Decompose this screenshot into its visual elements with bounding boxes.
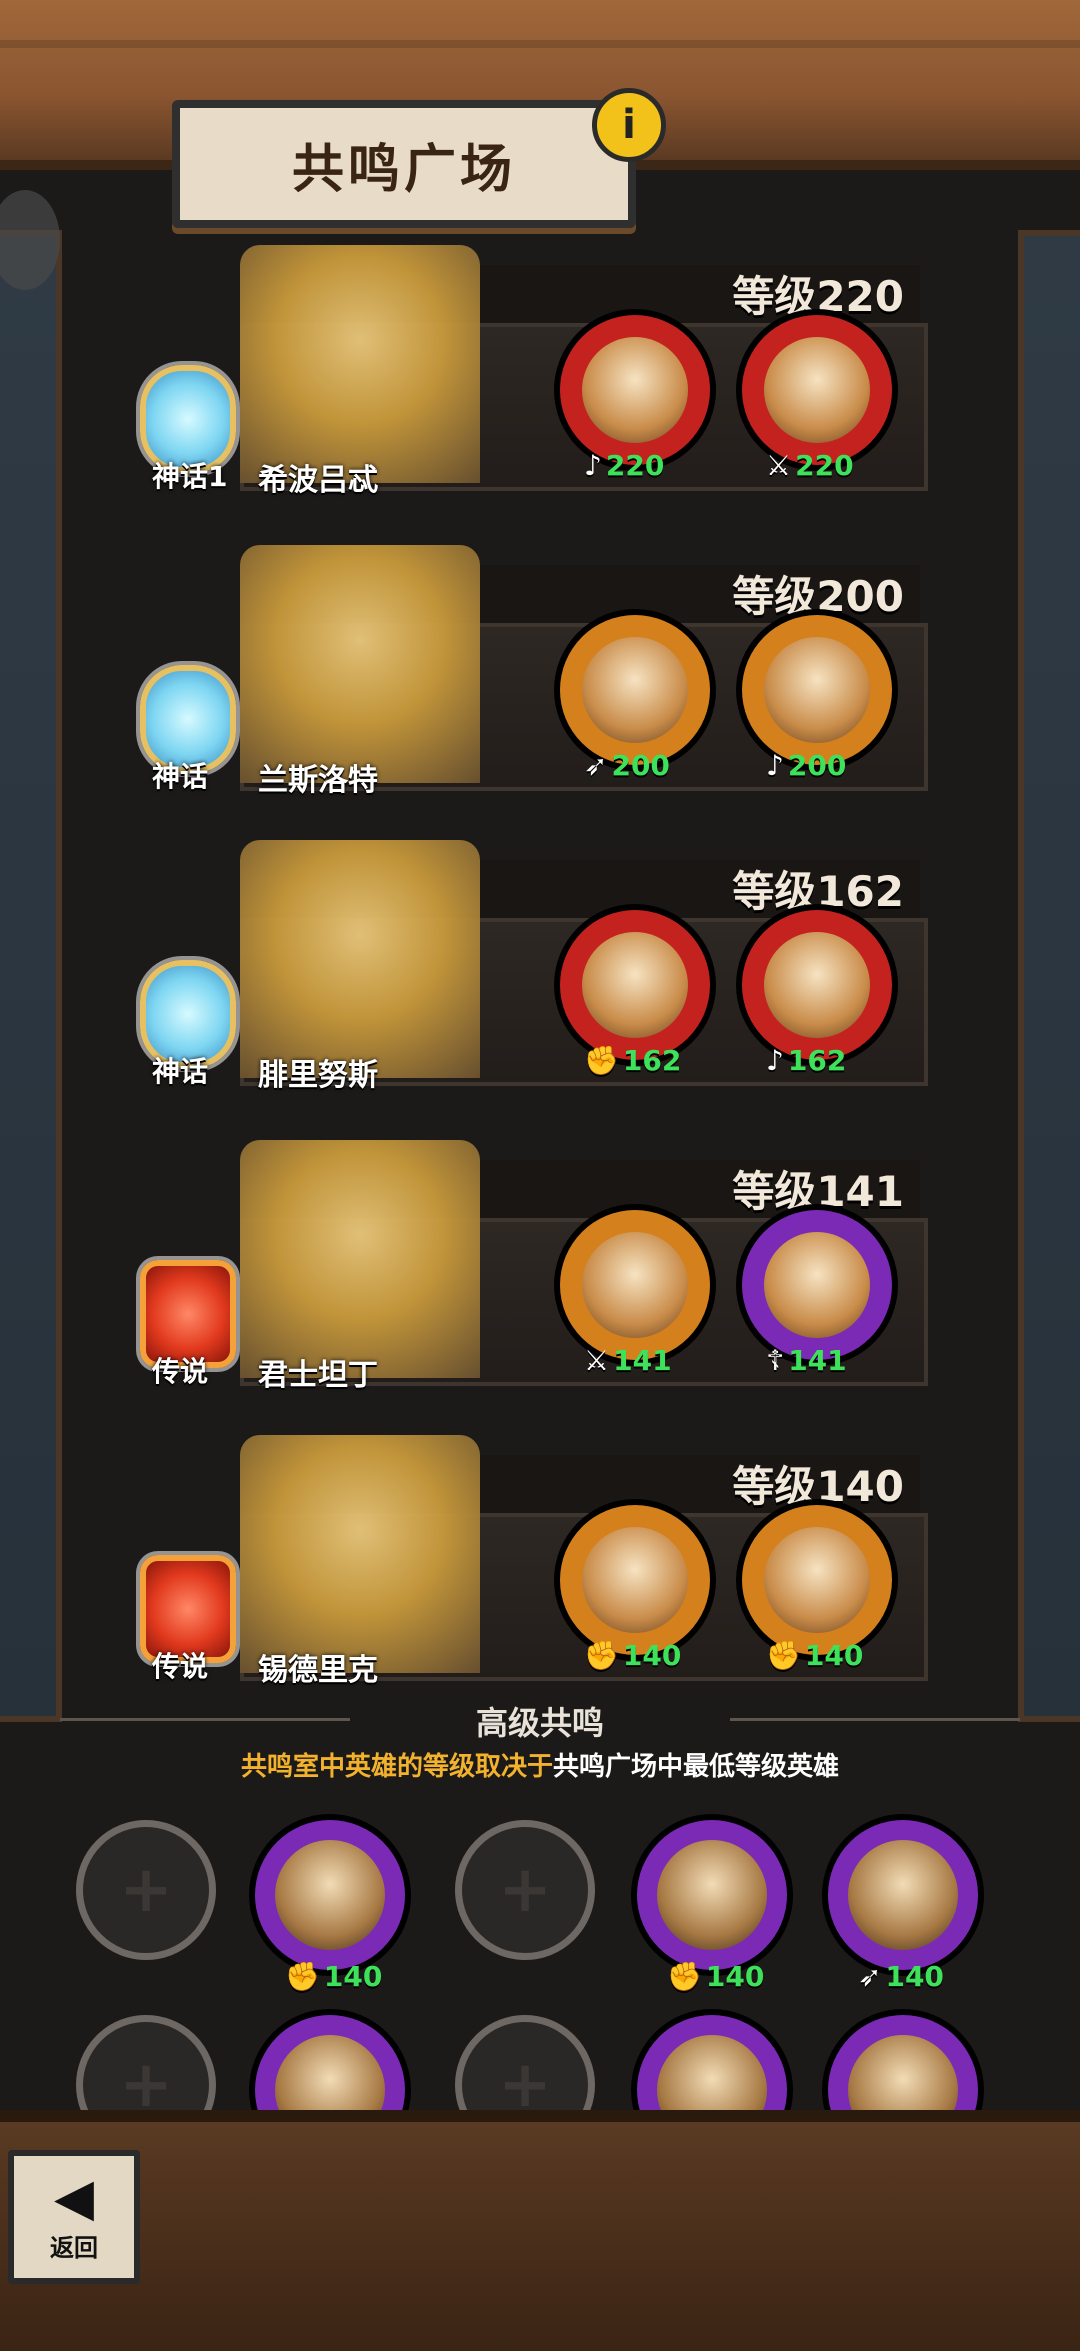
hero-portrait[interactable]: [240, 1140, 480, 1378]
hero-portrait[interactable]: [240, 1435, 480, 1673]
companion-hero[interactable]: ⚔ 220: [742, 315, 892, 482]
companion-hero[interactable]: ➶ 200: [560, 615, 710, 782]
class-icon: ✊: [667, 1960, 702, 1993]
companion-level: ♪ 200: [766, 749, 847, 782]
hero-rank: 神话: [152, 1055, 209, 1088]
lyre-icon: ♪: [766, 1044, 784, 1077]
companion-level: ⚔ 141: [584, 1344, 672, 1377]
class-icon: ✊: [285, 1960, 320, 1993]
slot-portrait: [848, 1840, 958, 1950]
empty-resonance-slot[interactable]: +: [455, 1820, 595, 1960]
slot-level: ➶ 140: [858, 1960, 944, 1993]
hero-portrait[interactable]: [240, 545, 480, 783]
slot-portrait: [275, 1840, 385, 1950]
back-button[interactable]: ◀ 返回: [8, 2150, 140, 2284]
hero-name: 兰斯洛特: [258, 763, 378, 798]
companion-level: ⚔ 220: [766, 449, 854, 482]
companion-portrait: [764, 932, 870, 1038]
companion-level: ✊ 162: [584, 1044, 682, 1077]
advanced-resonance-title: 高级共鸣: [0, 1698, 1080, 1744]
hero-rank: 神话: [152, 760, 209, 793]
companion-level: ♪ 220: [584, 449, 665, 482]
hero-row[interactable]: 等级200 神话 兰斯洛特 ➶ 200 ♪ 200: [0, 545, 1080, 805]
companion-portrait: [582, 337, 688, 443]
companion-hero[interactable]: ✊ 140: [560, 1505, 710, 1672]
lyre-icon: ♪: [766, 749, 784, 782]
class-icon: ➶: [858, 1960, 882, 1993]
hero-portrait[interactable]: [240, 245, 480, 483]
companion-level: ✊ 140: [584, 1639, 682, 1672]
companion-level: ♪ 162: [766, 1044, 847, 1077]
fist-icon: ✊: [584, 1639, 619, 1672]
resonance-hero-slot[interactable]: ✊ 140: [255, 1820, 405, 1993]
companion-level: ➶ 200: [584, 749, 670, 782]
hero-name: 锡德里克: [258, 1653, 378, 1688]
companion-portrait: [764, 637, 870, 743]
companion-level: ☦ 141: [766, 1344, 847, 1377]
companion-portrait: [764, 1527, 870, 1633]
back-label: 返回: [50, 2233, 98, 2262]
slot-level: ✊ 140: [285, 1960, 383, 1993]
hero-row[interactable]: 等级162 神话 腓里努斯 ✊ 162 ♪ 162: [0, 840, 1080, 1100]
plus-icon: +: [498, 1853, 552, 1927]
companion-portrait: [582, 932, 688, 1038]
bow-icon: ➶: [584, 749, 608, 782]
companion-portrait: [582, 1527, 688, 1633]
resonance-hero-slot[interactable]: ✊ 140: [637, 1820, 787, 1993]
lyre-icon: ♪: [584, 449, 602, 482]
hero-name: 希波吕忒: [258, 463, 378, 498]
subtitle-part2: 共鸣广场中最低等级英雄: [553, 1752, 840, 1782]
fist-icon: ✊: [766, 1639, 801, 1672]
hero-rank: 传说: [152, 1650, 209, 1683]
companion-hero[interactable]: ☦ 141: [742, 1210, 892, 1377]
companion-portrait: [582, 1232, 688, 1338]
hero-row[interactable]: 等级141 传说 君士坦丁 ⚔ 141 ☦ 141: [0, 1140, 1080, 1400]
companion-hero[interactable]: ♪ 162: [742, 910, 892, 1077]
hero-row[interactable]: 等级220 神话1 希波吕忒 ♪ 220 ⚔ 220: [0, 245, 1080, 505]
hero-name: 腓里努斯: [258, 1058, 378, 1093]
page-title: 共鸣广场: [291, 139, 516, 200]
hero-row[interactable]: 等级140 传说 锡德里克 ✊ 140 ✊ 140: [0, 1435, 1080, 1695]
fist-icon: ✊: [584, 1044, 619, 1077]
companion-hero[interactable]: ✊ 140: [742, 1505, 892, 1672]
title-sign: 共鸣广场: [172, 100, 636, 228]
companion-hero[interactable]: ⚔ 141: [560, 1210, 710, 1377]
hero-portrait[interactable]: [240, 840, 480, 1078]
hero-rank: 传说: [152, 1355, 209, 1388]
hero-rank: 神话1: [152, 460, 228, 493]
empty-resonance-slot[interactable]: +: [76, 1820, 216, 1960]
companion-portrait: [582, 637, 688, 743]
companion-hero[interactable]: ♪ 220: [560, 315, 710, 482]
companion-hero[interactable]: ✊ 162: [560, 910, 710, 1077]
plus-icon: +: [119, 1853, 173, 1927]
sword-icon: ⚔: [584, 1344, 610, 1377]
bottom-wood-beam: [0, 2110, 1080, 2351]
staff-icon: ☦: [766, 1344, 785, 1377]
companion-portrait: [764, 337, 870, 443]
sword-icon: ⚔: [766, 449, 792, 482]
resonance-hero-slot[interactable]: ➶ 140: [828, 1820, 978, 1993]
companion-level: ✊ 140: [766, 1639, 864, 1672]
slot-portrait: [657, 1840, 767, 1950]
back-arrow-icon: ◀: [54, 2167, 94, 2228]
slot-level: ✊ 140: [667, 1960, 765, 1993]
companion-portrait: [764, 1232, 870, 1338]
companion-hero[interactable]: ♪ 200: [742, 615, 892, 782]
hero-name: 君士坦丁: [258, 1358, 378, 1393]
info-icon[interactable]: i: [592, 88, 666, 162]
subtitle-part1: 共鸣室中英雄的等级取决于: [240, 1752, 553, 1782]
advanced-resonance-subtitle: 共鸣室中英雄的等级取决于共鸣广场中最低等级英雄: [0, 1746, 1080, 1783]
